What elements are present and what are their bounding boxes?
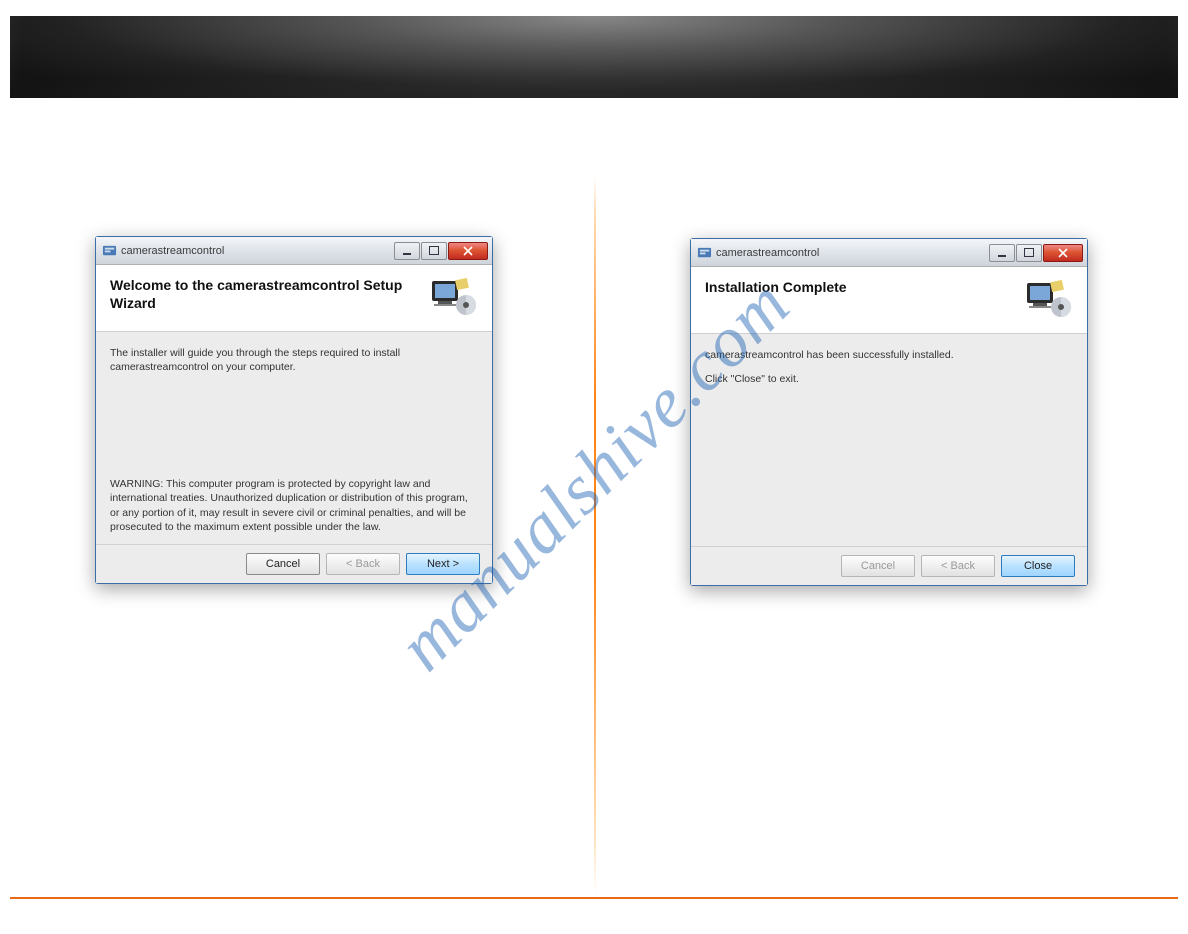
top-banner	[10, 16, 1178, 98]
success-text: camerastreamcontrol has been successfull…	[705, 348, 1073, 362]
titlebar[interactable]: camerastreamcontrol	[96, 237, 492, 265]
dialog-heading: Installation Complete	[705, 279, 1013, 297]
intro-text: The installer will guide you through the…	[110, 346, 478, 374]
dialog-body: camerastreamcontrol has been successfull…	[691, 334, 1087, 546]
dialog-body: The installer will guide you through the…	[96, 332, 492, 544]
close-dialog-button[interactable]: Close	[1001, 555, 1075, 577]
bottom-rule	[10, 897, 1178, 899]
minimize-button[interactable]	[394, 242, 420, 260]
dialog-heading: Welcome to the camerastreamcontrol Setup…	[110, 277, 418, 312]
close-button[interactable]	[1043, 244, 1083, 262]
next-button[interactable]: Next >	[406, 553, 480, 575]
vertical-divider	[594, 176, 596, 896]
back-button: < Back	[921, 555, 995, 577]
installer-welcome-dialog: camerastreamcontrol Welcome to the camer…	[95, 236, 493, 584]
maximize-button[interactable]	[421, 242, 447, 260]
dialog-footer: Cancel < Back Next >	[96, 544, 492, 583]
cancel-button: Cancel	[841, 555, 915, 577]
installer-icon	[697, 245, 712, 260]
dialog-footer: Cancel < Back Close	[691, 546, 1087, 585]
close-button[interactable]	[448, 242, 488, 260]
titlebar[interactable]: camerastreamcontrol	[691, 239, 1087, 267]
installer-complete-dialog: camerastreamcontrol Installation Complet…	[690, 238, 1088, 586]
header-panel: Installation Complete	[691, 267, 1087, 334]
warning-text: WARNING: This computer program is protec…	[110, 477, 478, 534]
header-panel: Welcome to the camerastreamcontrol Setup…	[96, 265, 492, 332]
maximize-button[interactable]	[1016, 244, 1042, 262]
back-button: < Back	[326, 553, 400, 575]
setup-graphic-icon	[1021, 279, 1073, 323]
setup-graphic-icon	[426, 277, 478, 321]
minimize-button[interactable]	[989, 244, 1015, 262]
cancel-button[interactable]: Cancel	[246, 553, 320, 575]
window-title: camerastreamcontrol	[121, 245, 393, 257]
close-instruction-text: Click "Close" to exit.	[705, 372, 1073, 386]
installer-icon	[102, 243, 117, 258]
window-title: camerastreamcontrol	[716, 247, 988, 259]
